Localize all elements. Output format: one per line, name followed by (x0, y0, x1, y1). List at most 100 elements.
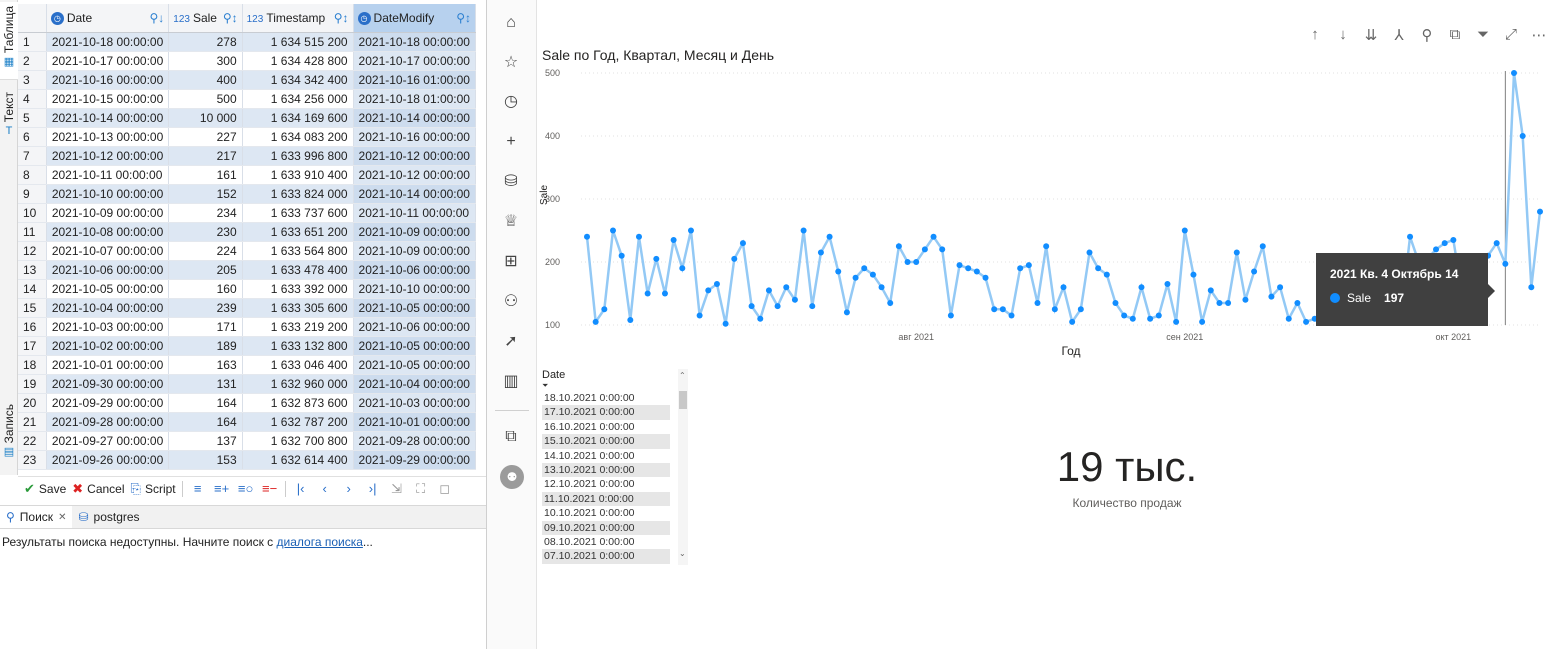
column-header-date[interactable]: ◷ Date ⚲↓ (46, 4, 170, 33)
copy-icon[interactable]: ⧉ (1445, 26, 1465, 44)
data-point[interactable] (1285, 315, 1292, 322)
data-point[interactable] (696, 312, 703, 319)
cell-timestamp[interactable]: 1 633 564 800 (242, 241, 354, 261)
search-dialog-link[interactable]: диалога поиска (277, 535, 363, 549)
row-number[interactable]: 3 (18, 70, 47, 90)
cell-date[interactable]: 2021-10-03 00:00:00 (46, 317, 170, 337)
table-row[interactable]: 14 2021-10-05 00:00:00 160 1 633 392 000 202… (18, 279, 476, 299)
row-number[interactable]: 12 (18, 241, 47, 261)
data-point[interactable] (687, 227, 694, 234)
cell-date[interactable]: 2021-09-29 00:00:00 (46, 393, 170, 413)
cell-date[interactable]: 2021-10-05 00:00:00 (46, 279, 170, 299)
cell-timestamp[interactable]: 1 633 910 400 (242, 165, 354, 185)
tab-search[interactable]: ⚲ Поиск ✕ (0, 506, 73, 528)
table-row[interactable]: 16 2021-10-03 00:00:00 171 1 633 219 200 202… (18, 317, 476, 337)
table-row[interactable]: 1 2021-10-18 00:00:00 278 1 634 515 200 2021… (18, 32, 476, 52)
data-point[interactable] (1121, 312, 1128, 319)
data-point[interactable] (895, 243, 902, 250)
data-point[interactable] (1199, 318, 1206, 325)
data-point[interactable] (869, 271, 876, 278)
column-header-timestamp[interactable]: 123 Timestamp ⚲↕ (242, 4, 354, 33)
cell-timestamp[interactable]: 1 633 996 800 (242, 146, 354, 166)
previous-page-icon[interactable]: ‹ (316, 481, 334, 496)
delete-row-icon[interactable]: ≡− (261, 481, 279, 496)
data-point[interactable] (956, 262, 963, 269)
data-point[interactable] (939, 246, 946, 253)
filter-sort-icon[interactable]: ⚲↕ (456, 11, 471, 25)
table-row[interactable]: 20 2021-09-29 00:00:00 164 1 632 873 600 202… (18, 393, 476, 413)
data-point[interactable] (679, 265, 686, 272)
filter-icon[interactable]: ⏷ (1473, 26, 1493, 44)
cell-datemodify[interactable]: 2021-10-11 00:00:00 (353, 203, 476, 223)
data-point[interactable] (1294, 299, 1301, 306)
cell-date[interactable]: 2021-10-14 00:00:00 (46, 108, 170, 128)
data-point[interactable] (1493, 240, 1500, 247)
data-point[interactable] (1259, 243, 1266, 250)
slicer-item[interactable]: 07.10.2021 0:00:00 (542, 549, 670, 564)
cell-date[interactable]: 2021-09-26 00:00:00 (46, 450, 170, 470)
cell-sale[interactable]: 153 (168, 450, 243, 470)
scroll-thumb[interactable] (679, 391, 687, 409)
pin-icon[interactable]: ⚲ (1417, 26, 1437, 44)
data-point[interactable] (1528, 284, 1535, 291)
cell-sale[interactable]: 163 (168, 355, 243, 375)
edit-row-icon[interactable]: ≡ (189, 481, 207, 496)
data-point[interactable] (584, 233, 590, 240)
data-point[interactable] (1051, 306, 1058, 313)
row-number[interactable]: 18 (18, 355, 47, 375)
workspaces-icon[interactable]: ⧉ (500, 426, 522, 448)
cell-sale[interactable]: 137 (168, 431, 243, 451)
data-point[interactable] (791, 296, 798, 303)
data-point[interactable] (1181, 227, 1188, 234)
row-number[interactable]: 14 (18, 279, 47, 299)
data-point[interactable] (861, 265, 868, 272)
table-row[interactable]: 22 2021-09-27 00:00:00 137 1 632 700 800 202… (18, 431, 476, 451)
favorites-icon[interactable]: ☆ (500, 52, 522, 74)
table-row[interactable]: 4 2021-10-15 00:00:00 500 1 634 256 000 2021… (18, 89, 476, 109)
data-point[interactable] (609, 227, 616, 234)
table-row[interactable]: 8 2021-10-11 00:00:00 161 1 633 910 400 2021… (18, 165, 476, 185)
data-point[interactable] (809, 303, 816, 310)
data-point[interactable] (999, 306, 1006, 313)
cell-datemodify[interactable]: 2021-09-28 00:00:00 (353, 431, 476, 451)
tab-postgres[interactable]: ⛁ postgres (72, 506, 145, 528)
sort-descending-icon[interactable]: ⏷ (542, 382, 690, 390)
cell-timestamp[interactable]: 1 633 046 400 (242, 355, 354, 375)
cell-datemodify[interactable]: 2021-10-09 00:00:00 (353, 222, 476, 242)
data-point[interactable] (991, 306, 998, 313)
row-number[interactable]: 17 (18, 336, 47, 356)
close-icon[interactable]: ✕ (58, 512, 66, 523)
row-number[interactable]: 20 (18, 393, 47, 413)
cell-datemodify[interactable]: 2021-10-09 00:00:00 (353, 241, 476, 261)
row-number[interactable]: 21 (18, 412, 47, 432)
cell-sale[interactable]: 230 (168, 222, 243, 242)
create-icon[interactable]: + (500, 131, 522, 153)
data-point[interactable] (635, 233, 642, 240)
slicer-item[interactable]: 13.10.2021 0:00:00 (542, 462, 670, 478)
cell-timestamp[interactable]: 1 633 219 200 (242, 317, 354, 337)
cell-date[interactable]: 2021-10-01 00:00:00 (46, 355, 170, 375)
cell-timestamp[interactable]: 1 634 342 400 (242, 70, 354, 90)
slicer-item[interactable]: 12.10.2021 0:00:00 (542, 477, 670, 491)
data-point[interactable] (852, 274, 859, 281)
row-number-header[interactable] (18, 4, 47, 33)
row-number[interactable]: 10 (18, 203, 47, 223)
cell-date[interactable]: 2021-10-18 00:00:00 (46, 32, 170, 52)
data-point[interactable] (1025, 262, 1032, 269)
tab-record-view[interactable]: Запись ▤ (0, 404, 18, 470)
export-icon[interactable]: ⇲ (388, 481, 406, 497)
row-number[interactable]: 15 (18, 298, 47, 318)
row-number[interactable]: 19 (18, 374, 47, 394)
data-point[interactable] (1407, 233, 1414, 240)
cell-timestamp[interactable]: 1 633 651 200 (242, 222, 354, 242)
cell-sale[interactable]: 239 (168, 298, 243, 318)
cell-sale[interactable]: 224 (168, 241, 243, 261)
workspace-avatar[interactable]: ⚉ (500, 465, 524, 489)
data-point[interactable] (1095, 265, 1102, 272)
data-point[interactable] (1251, 268, 1258, 275)
cell-sale[interactable]: 131 (168, 374, 243, 394)
cell-date[interactable]: 2021-10-11 00:00:00 (46, 165, 170, 185)
cell-timestamp[interactable]: 1 633 478 400 (242, 260, 354, 280)
column-header-datemodify[interactable]: ◷ DateModify ⚲↕ (353, 4, 476, 33)
cell-date[interactable]: 2021-10-08 00:00:00 (46, 222, 170, 242)
